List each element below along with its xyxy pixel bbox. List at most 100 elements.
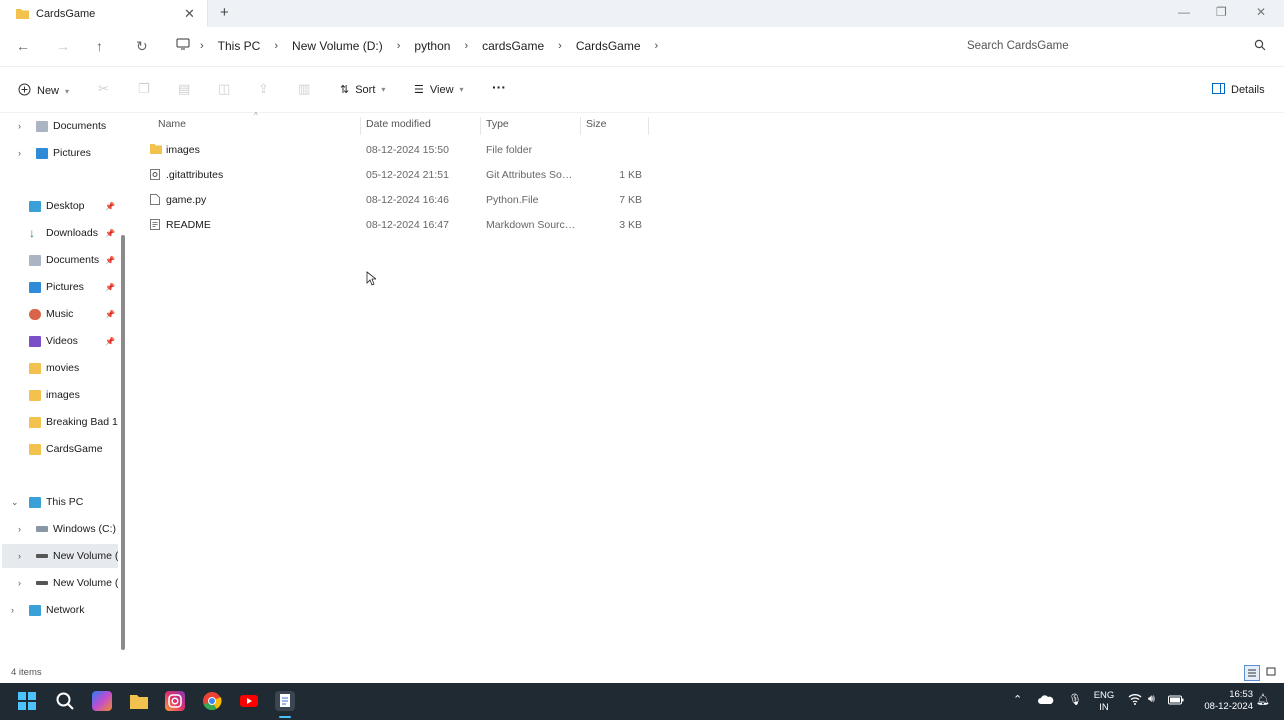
search-icon[interactable]: [55, 691, 75, 711]
share-icon[interactable]: ⇪: [258, 81, 269, 97]
sidebar-scrollbar-thumb[interactable]: [121, 235, 125, 650]
chevron-right-icon[interactable]: ›: [18, 121, 21, 131]
column-divider[interactable]: [580, 117, 581, 135]
sort-indicator-icon: ^: [254, 111, 258, 120]
search-icon[interactable]: [1254, 39, 1266, 54]
view-button[interactable]: ☰ View ▾: [414, 83, 464, 97]
column-divider[interactable]: [480, 117, 481, 135]
back-arrow-icon[interactable]: ←: [16, 38, 30, 54]
breadcrumb-cardsgame-parent[interactable]: cardsGame: [478, 39, 548, 53]
chevron-right-icon[interactable]: ›: [190, 40, 214, 52]
new-tab-button[interactable]: +: [220, 4, 229, 21]
paste-icon[interactable]: ▤: [178, 81, 190, 97]
breadcrumb-new-volume[interactable]: New Volume (D:): [288, 39, 387, 53]
sort-label: Sort: [355, 83, 376, 96]
notifications-icon[interactable]: 🔔︎: [1256, 693, 1270, 706]
copy-icon[interactable]: ❐: [138, 81, 150, 97]
chevron-right-icon[interactable]: ›: [18, 551, 21, 561]
breadcrumb-python[interactable]: python: [410, 39, 454, 53]
folder-icon: [150, 144, 162, 157]
tab-cardsgame[interactable]: CardsGame ✕: [0, 0, 208, 27]
folder-icon: [29, 443, 41, 455]
chevron-right-icon[interactable]: ›: [18, 148, 21, 158]
chevron-right-icon[interactable]: ›: [645, 40, 669, 52]
refresh-icon[interactable]: ↻: [136, 38, 148, 55]
sort-button[interactable]: ⇅ Sort ▾: [340, 83, 385, 97]
details-button[interactable]: Details: [1212, 83, 1265, 97]
windows-start-icon[interactable]: [17, 691, 37, 711]
show-hidden-icons-icon[interactable]: ⌃: [1013, 693, 1022, 706]
clock[interactable]: 16:53 08-12-2024: [1193, 689, 1253, 713]
column-header-size[interactable]: Size: [586, 118, 606, 130]
tiles-view-icon[interactable]: [1264, 665, 1280, 681]
file-row[interactable]: .gitattributes 05-12-2024 21:51 Git Attr…: [144, 163, 650, 187]
cut-icon[interactable]: ✂: [98, 81, 109, 97]
notepad-icon[interactable]: [275, 691, 295, 711]
wifi-icon[interactable]: [1128, 693, 1142, 708]
restore-button[interactable]: ❐: [1216, 5, 1227, 19]
rename-icon[interactable]: ◫: [218, 81, 230, 97]
chevron-right-icon[interactable]: ›: [264, 40, 288, 52]
column-header-name[interactable]: Name: [158, 118, 186, 130]
breadcrumb[interactable]: › This PC › New Volume (D:) › python › c…: [176, 38, 668, 53]
sidebar-item-documents[interactable]: › Documents: [0, 114, 118, 138]
column-header-date[interactable]: Date modified: [366, 118, 431, 130]
copilot-icon[interactable]: [92, 691, 112, 711]
chevron-right-icon[interactable]: ›: [548, 40, 572, 52]
column-divider[interactable]: [360, 117, 361, 135]
search-input[interactable]: Search CardsGame: [956, 35, 1274, 59]
chevron-right-icon[interactable]: ›: [454, 40, 478, 52]
forward-arrow-icon[interactable]: →: [56, 38, 70, 54]
sidebar-item-windows-c[interactable]: › Windows (C:): [0, 517, 118, 541]
quick-access-videos[interactable]: Videos 📌: [0, 329, 118, 353]
sidebar-item-new-volume-d[interactable]: › New Volume (I: [2, 544, 118, 568]
column-divider[interactable]: [648, 117, 649, 135]
minimize-button[interactable]: —: [1178, 5, 1190, 19]
monitor-icon[interactable]: [176, 38, 190, 53]
file-type: Python.File: [486, 194, 539, 206]
onedrive-icon[interactable]: [1038, 695, 1054, 708]
up-arrow-icon[interactable]: ↑: [96, 38, 103, 54]
desktop-icon: [29, 200, 41, 212]
sidebar-item-this-pc[interactable]: ⌄ This PC: [0, 490, 118, 514]
quick-access-breaking-bad[interactable]: Breaking Bad 1: [0, 410, 118, 434]
chevron-right-icon[interactable]: ›: [18, 524, 21, 534]
breadcrumb-this-pc[interactable]: This PC: [214, 39, 265, 53]
breadcrumb-cardsgame[interactable]: CardsGame: [572, 39, 645, 53]
close-tab-icon[interactable]: ✕: [184, 6, 195, 22]
chevron-down-icon[interactable]: ⌄: [11, 497, 19, 508]
instagram-icon[interactable]: [165, 691, 185, 711]
file-row[interactable]: README 08-12-2024 16:47 Markdown Source …: [144, 213, 650, 237]
volume-icon[interactable]: 🔊︎: [1148, 693, 1155, 706]
microphone-icon[interactable]: 🎙︎: [1068, 693, 1082, 706]
column-header-type[interactable]: Type: [486, 118, 509, 130]
input-language[interactable]: ENG IN: [1092, 690, 1116, 714]
chrome-icon[interactable]: [202, 691, 222, 711]
quick-access-images[interactable]: images: [0, 383, 118, 407]
sidebar-item-new-volume-2[interactable]: › New Volume (I: [0, 571, 118, 595]
battery-icon[interactable]: [1168, 695, 1184, 708]
chevron-right-icon[interactable]: ›: [11, 605, 14, 615]
quick-access-desktop[interactable]: Desktop 📌: [0, 194, 118, 218]
chevron-right-icon[interactable]: ›: [387, 40, 411, 52]
quick-access-movies[interactable]: movies: [0, 356, 118, 380]
file-row[interactable]: images 08-12-2024 15:50 File folder: [144, 138, 650, 162]
sidebar-item-pictures[interactable]: › Pictures: [0, 141, 118, 165]
file-row[interactable]: game.py 08-12-2024 16:46 Python.File 7 K…: [144, 188, 650, 212]
file-explorer-icon[interactable]: [129, 691, 149, 711]
details-view-icon[interactable]: [1244, 665, 1260, 681]
new-button[interactable]: New ▾: [18, 83, 69, 99]
close-window-button[interactable]: ✕: [1256, 5, 1266, 19]
youtube-icon[interactable]: [239, 691, 259, 711]
delete-icon[interactable]: ▥: [298, 81, 310, 97]
file-name: images: [166, 144, 200, 156]
quick-access-documents[interactable]: Documents 📌: [0, 248, 118, 272]
chevron-right-icon[interactable]: ›: [18, 578, 21, 588]
quick-access-downloads[interactable]: ↓ Downloads 📌: [0, 221, 118, 245]
quick-access-pictures[interactable]: Pictures 📌: [0, 275, 118, 299]
quick-access-music[interactable]: Music 📌: [0, 302, 118, 326]
sidebar-item-network[interactable]: › Network: [0, 598, 118, 622]
quick-access-cardsgame[interactable]: CardsGame: [0, 437, 118, 461]
more-options-button[interactable]: ···: [492, 79, 506, 95]
command-bar: New ▾ ✂ ❐ ▤ ◫ ⇪ ▥ ⇅ Sort ▾ ☰ View ▾ ··· …: [0, 67, 1284, 113]
